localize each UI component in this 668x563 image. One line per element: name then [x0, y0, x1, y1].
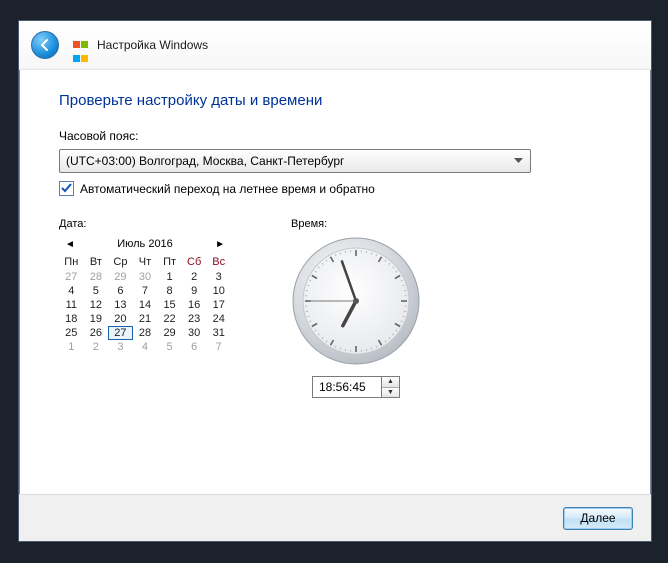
calendar-day[interactable]: 28	[84, 270, 109, 284]
calendar-day[interactable]: 5	[84, 284, 109, 298]
calendar-day[interactable]: 29	[108, 270, 133, 284]
calendar-day[interactable]: 27	[59, 270, 84, 284]
calendar-day[interactable]: 27	[108, 326, 133, 340]
calendar-day[interactable]: 15	[157, 298, 182, 312]
time-spinner[interactable]: ▲ ▼	[381, 376, 400, 398]
calendar-day[interactable]: 9	[182, 284, 207, 298]
calendar-day[interactable]: 4	[133, 340, 158, 354]
footer: Далее	[19, 494, 651, 541]
analog-clock	[291, 236, 421, 366]
calendar-day[interactable]: 28	[133, 326, 158, 340]
calendar[interactable]: ◄ Июль 2016 ► ПнВтСрЧтПтСбВс272829301234…	[59, 234, 231, 354]
calendar-dow: Пт	[157, 254, 182, 270]
calendar-day[interactable]: 30	[182, 326, 207, 340]
timezone-select[interactable]: (UTC+03:00) Волгоград, Москва, Санкт-Пет…	[59, 149, 531, 173]
dst-checkbox-row[interactable]: Автоматический переход на летнее время и…	[59, 181, 611, 196]
calendar-day[interactable]: 25	[59, 326, 84, 340]
calendar-day[interactable]: 1	[157, 270, 182, 284]
header-title: Настройка Windows	[97, 38, 208, 52]
calendar-dow: Сб	[182, 254, 207, 270]
calendar-prev-month[interactable]: ◄	[63, 239, 77, 250]
calendar-day[interactable]: 6	[108, 284, 133, 298]
timezone-label: Часовой пояс:	[59, 129, 611, 143]
timezone-value: (UTC+03:00) Волгоград, Москва, Санкт-Пет…	[66, 154, 344, 168]
calendar-dow: Вс	[206, 254, 231, 270]
calendar-dow: Пн	[59, 254, 84, 270]
time-input[interactable]: 18:56:45	[312, 376, 381, 398]
calendar-day[interactable]: 8	[157, 284, 182, 298]
calendar-day[interactable]: 2	[84, 340, 109, 354]
calendar-day[interactable]: 17	[206, 298, 231, 312]
date-column: Дата: ◄ Июль 2016 ► ПнВтСрЧтПтСбВс272829…	[59, 218, 231, 398]
calendar-day[interactable]: 12	[84, 298, 109, 312]
calendar-dow: Ср	[108, 254, 133, 270]
calendar-day[interactable]: 20	[108, 312, 133, 326]
calendar-day[interactable]: 13	[108, 298, 133, 312]
chevron-down-icon	[510, 153, 526, 169]
calendar-day[interactable]: 30	[133, 270, 158, 284]
calendar-day[interactable]: 23	[182, 312, 207, 326]
calendar-day[interactable]: 3	[206, 270, 231, 284]
calendar-day[interactable]: 31	[206, 326, 231, 340]
date-label: Дата:	[59, 218, 231, 230]
calendar-day[interactable]: 24	[206, 312, 231, 326]
back-button[interactable]	[31, 31, 59, 59]
setup-window: Настройка Windows Проверьте настройку да…	[18, 20, 652, 542]
next-button[interactable]: Далее	[563, 507, 633, 530]
time-label: Время:	[291, 218, 327, 230]
calendar-day[interactable]: 3	[108, 340, 133, 354]
calendar-day[interactable]: 7	[206, 340, 231, 354]
content: Проверьте настройку даты и времени Часов…	[19, 70, 651, 398]
calendar-day[interactable]: 1	[59, 340, 84, 354]
calendar-day[interactable]: 5	[157, 340, 182, 354]
calendar-day[interactable]: 10	[206, 284, 231, 298]
time-editor[interactable]: 18:56:45 ▲ ▼	[312, 376, 400, 398]
calendar-dow: Вт	[84, 254, 109, 270]
page-heading: Проверьте настройку даты и времени	[59, 92, 611, 109]
time-spin-up[interactable]: ▲	[382, 377, 399, 388]
calendar-day[interactable]: 4	[59, 284, 84, 298]
time-spin-down[interactable]: ▼	[382, 388, 399, 398]
calendar-day[interactable]: 21	[133, 312, 158, 326]
calendar-day[interactable]: 26	[84, 326, 109, 340]
header: Настройка Windows	[19, 21, 651, 70]
dst-checkbox[interactable]	[59, 181, 74, 196]
dst-label: Автоматический переход на летнее время и…	[80, 182, 375, 196]
calendar-day[interactable]: 18	[59, 312, 84, 326]
calendar-day[interactable]: 16	[182, 298, 207, 312]
calendar-day[interactable]: 11	[59, 298, 84, 312]
calendar-day[interactable]: 6	[182, 340, 207, 354]
time-column: Время:	[291, 218, 421, 398]
calendar-day[interactable]: 29	[157, 326, 182, 340]
calendar-next-month[interactable]: ►	[213, 239, 227, 250]
calendar-day[interactable]: 22	[157, 312, 182, 326]
calendar-dow: Чт	[133, 254, 158, 270]
calendar-day[interactable]: 19	[84, 312, 109, 326]
calendar-title: Июль 2016	[117, 238, 173, 250]
windows-logo-icon	[73, 37, 89, 53]
calendar-day[interactable]: 7	[133, 284, 158, 298]
calendar-day[interactable]: 14	[133, 298, 158, 312]
calendar-day[interactable]: 2	[182, 270, 207, 284]
